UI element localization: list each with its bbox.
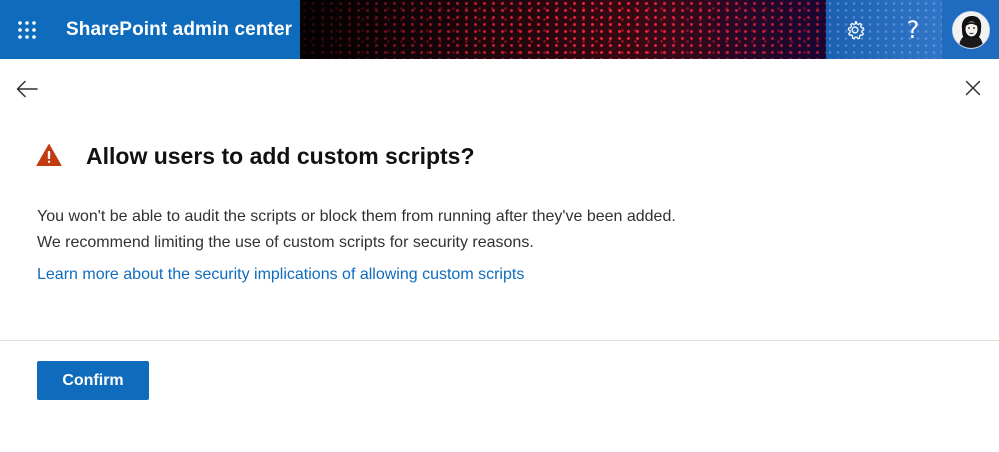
suite-bar: SharePoint admin center ? (0, 0, 999, 59)
user-avatar-icon (952, 11, 989, 48)
gear-icon (847, 20, 865, 39)
waffle-grid-icon (18, 20, 36, 39)
back-button[interactable] (14, 76, 40, 102)
footer-divider (0, 340, 999, 341)
account-manager-button[interactable] (942, 0, 999, 59)
dialog-description: You won't be able to audit the scripts o… (37, 204, 937, 256)
description-line-1: You won't be able to audit the scripts o… (37, 208, 676, 225)
settings-button[interactable] (826, 0, 884, 59)
header-banner-image (300, 0, 826, 59)
close-button[interactable] (961, 76, 985, 100)
confirm-button[interactable]: Confirm (37, 361, 149, 400)
close-icon (965, 80, 981, 96)
arrow-left-icon (16, 80, 38, 98)
app-launcher-button[interactable] (0, 0, 54, 59)
warning-triangle-icon (36, 144, 62, 166)
dialog-title: Allow users to add custom scripts? (86, 143, 475, 169)
help-icon: ? (906, 15, 920, 44)
learn-more-link[interactable]: Learn more about the security implicatio… (37, 262, 524, 288)
help-button[interactable]: ? (884, 0, 942, 59)
suite-bar-actions: ? (826, 0, 999, 59)
user-avatar (951, 10, 990, 49)
app-title[interactable]: SharePoint admin center (54, 0, 300, 59)
description-line-2: We recommend limiting the use of custom … (37, 234, 534, 251)
